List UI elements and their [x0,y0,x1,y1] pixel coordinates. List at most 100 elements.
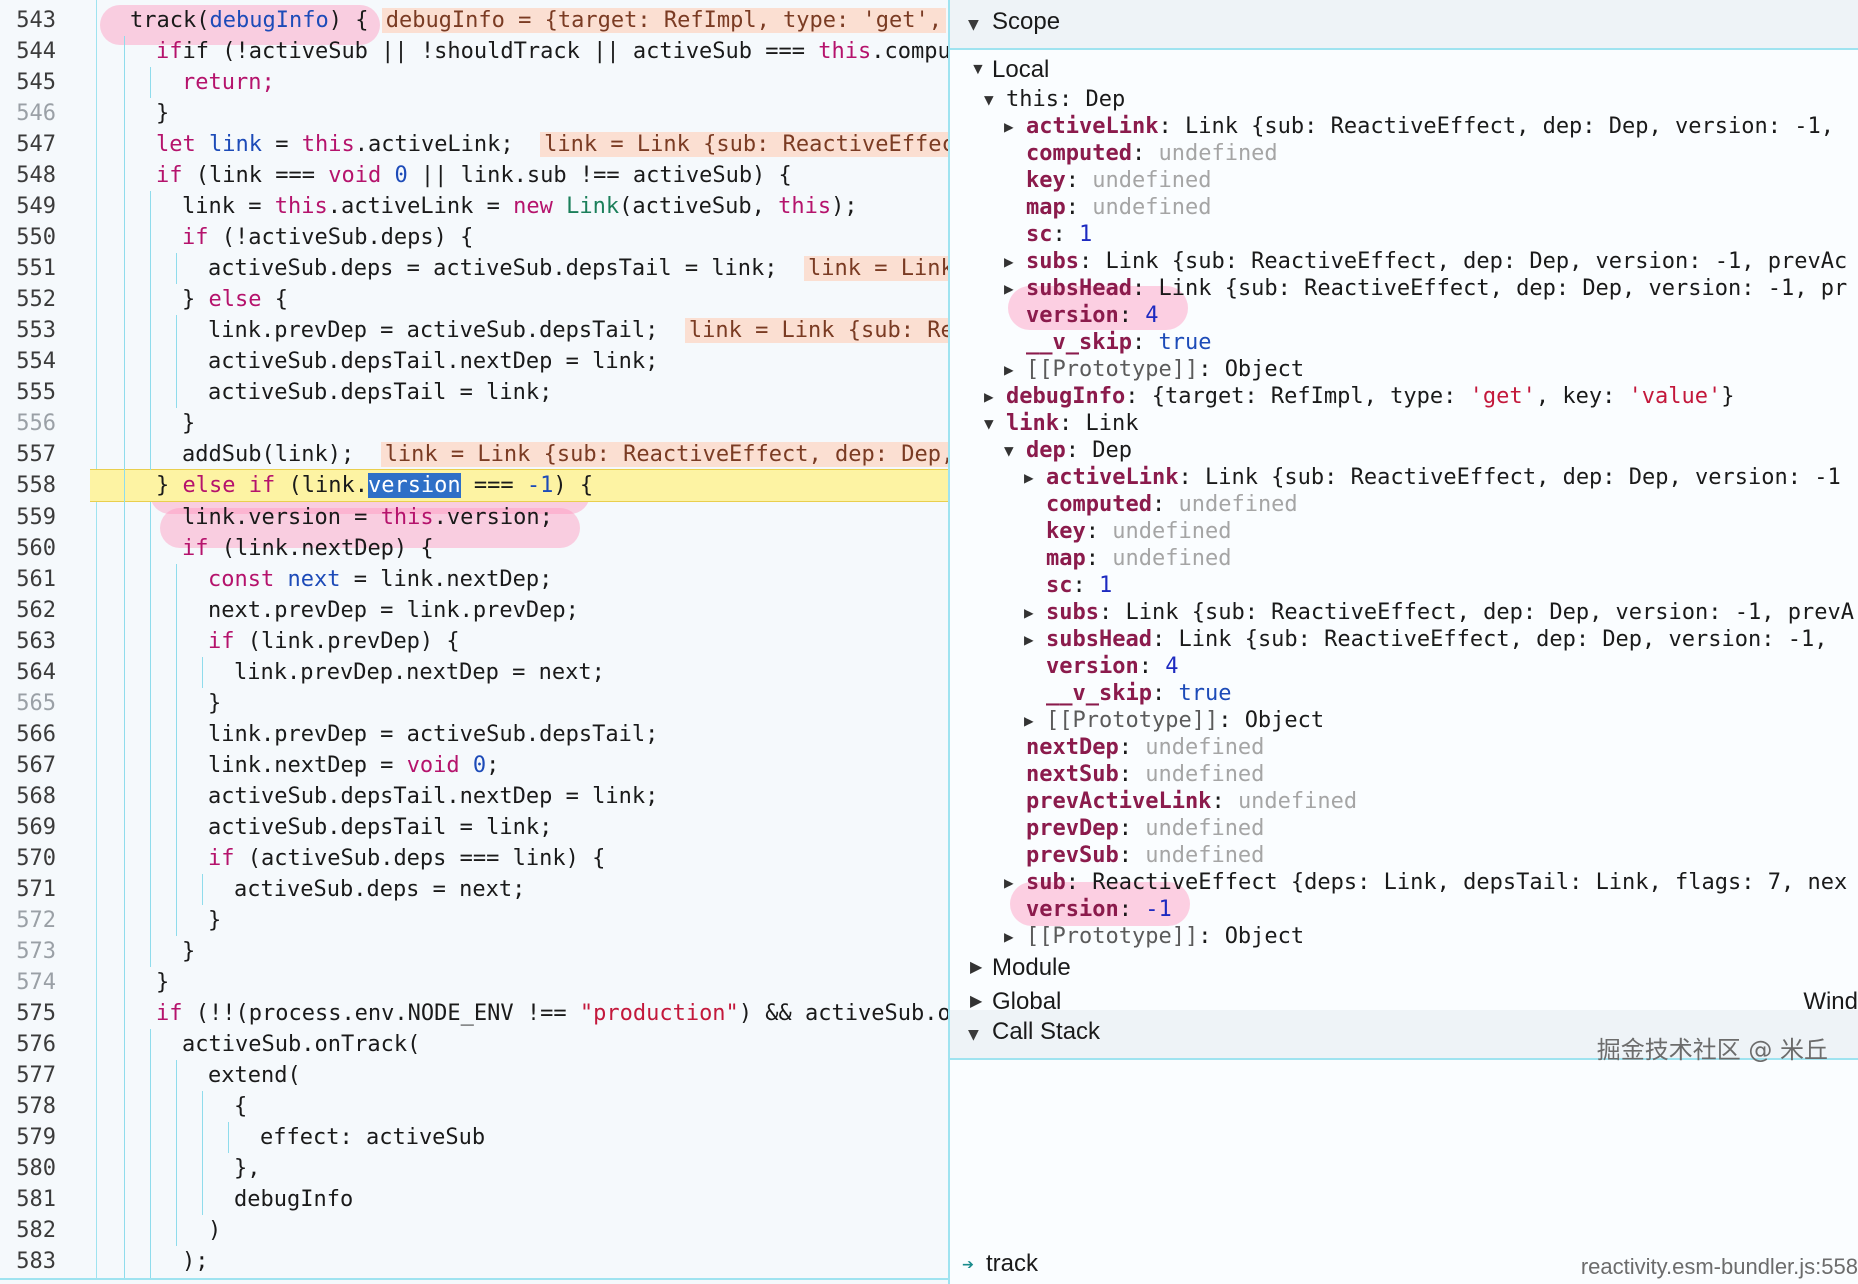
indent-guide [150,502,151,967]
code-line: 571 activeSub.deps = next; [0,874,948,905]
line-number[interactable]: 571 [0,874,56,905]
code-line: 569 activeSub.depsTail = link; [0,812,948,843]
line-number[interactable]: 576 [0,1029,56,1060]
code-line: 556 } [0,408,948,439]
line-number[interactable]: 564 [0,657,56,688]
line-number[interactable]: 582 [0,1215,56,1246]
line-number[interactable]: 553 [0,315,56,346]
code-line: 574 } [0,967,948,998]
indent-guide [202,874,203,905]
line-number[interactable]: 557 [0,439,56,470]
line-number[interactable]: 547 [0,129,56,160]
code-line: 544 ifif (!activeSub || !shouldTrack || … [0,36,948,67]
indent-guide [176,564,177,936]
line-number[interactable]: 560 [0,533,56,564]
paused-execution-line[interactable]: 558 } else if (link.version === -1) { [16,469,948,502]
line-number[interactable]: 569 [0,812,56,843]
line-number[interactable]: 568 [0,781,56,812]
triangle-down-icon: ▼ [968,1024,979,1045]
line-number[interactable]: 548 [0,160,56,191]
triangle-right-icon: ▶ [1004,927,1014,946]
code-line: 545 return; [0,67,948,98]
code-text: activeSub.depsTail.nextDep = link; [208,349,659,374]
line-number[interactable]: 550 [0,222,56,253]
code-text: link.nextDep = void 0; [208,753,500,778]
line-number[interactable]: 563 [0,626,56,657]
triangle-right-icon: ▶ [1004,873,1014,892]
line-number[interactable]: 551 [0,253,56,284]
code-text: track(debugInfo) { debugInfo = {target: … [130,5,946,36]
code-line: 580 }, [0,1153,948,1184]
code-line: 576 activeSub.onTrack( [0,1029,948,1060]
triangle-down-icon: ▼ [1004,441,1014,460]
call-frame-location[interactable]: reactivity.esm-bundler.js:558 [1581,1254,1858,1280]
code-text: link = this.activeLink = new Link(active… [182,194,858,219]
line-number[interactable]: 580 [0,1153,56,1184]
code-text: } else if (link.version === -1) { [156,473,594,498]
line-number[interactable]: 566 [0,719,56,750]
line-number[interactable]: 545 [0,67,56,98]
scope-item-link-prototype[interactable]: ▶ [[Prototype]]: Object [1004,921,1304,953]
line-number[interactable]: 546 [0,98,56,129]
indent-guide [176,1060,177,1246]
line-number[interactable]: 570 [0,843,56,874]
line-number[interactable]: 555 [0,377,56,408]
line-number[interactable]: 556 [0,408,56,439]
code-line: 554 activeSub.depsTail.nextDep = link; [0,346,948,377]
line-number[interactable]: 567 [0,750,56,781]
code-line: 564 link.prevDep.nextDep = next; [0,657,948,688]
scope-module[interactable]: ▶ Module [970,952,1071,984]
line-number[interactable]: 559 [0,502,56,533]
current-frame-arrow-icon: ➔ [962,1252,975,1276]
code-text: return; [182,70,275,95]
code-text: let link = this.activeLink; link = Link … [156,129,948,160]
code-text: } [182,411,196,436]
line-number[interactable]: 581 [0,1184,56,1215]
code-line: 549 link = this.activeLink = new Link(ac… [0,191,948,222]
code-line: 547 let link = this.activeLink; link = L… [0,129,948,160]
line-number[interactable]: 549 [0,191,56,222]
line-number[interactable]: 574 [0,967,56,998]
code-text: const next = link.nextDep; [208,567,553,592]
line-number[interactable]: 578 [0,1091,56,1122]
code-text: if (link === void 0 || link.sub !== acti… [156,163,792,188]
code-text: }, [234,1156,261,1181]
code-text: link.prevDep = activeSub.depsTail; link … [208,315,948,346]
scope-title: Scope [992,8,1061,35]
code-line: 560 if (link.nextDep) { [0,533,948,564]
code-line: 565 } [0,688,948,719]
line-number[interactable]: 543 [0,5,56,36]
line-number[interactable]: 562 [0,595,56,626]
line-number[interactable]: 544 [0,36,56,67]
code-text: link.prevDep.nextDep = next; [234,660,605,685]
code-line: 553 link.prevDep = activeSub.depsTail; l… [0,315,948,346]
line-number[interactable]: 583 [0,1246,56,1277]
code-text: if (link.nextDep) { [182,536,434,561]
code-line: 570 if (activeSub.deps === link) { [0,843,948,874]
line-number[interactable]: 572 [0,905,56,936]
line-number[interactable]: 575 [0,998,56,1029]
line-number[interactable]: 579 [0,1122,56,1153]
code-line: 567 link.nextDep = void 0; [0,750,948,781]
line-number[interactable]: 565 [0,688,56,719]
line-number[interactable]: 561 [0,564,56,595]
call-frame-name: track [986,1250,1039,1277]
call-frame[interactable]: ➔ track reactivity.esm-bundler.js:558 [950,1246,1858,1284]
indent-guide [150,1029,151,1278]
triangle-right-icon: ▶ [1024,468,1034,487]
source-code-panel: 543 track(debugInfo) { debugInfo = {targ… [0,0,948,1278]
code-text: ifif (!activeSub || !shouldTrack || acti… [156,39,948,64]
scope-section-header[interactable]: ▼ Scope [950,0,1858,50]
line-number[interactable]: 577 [0,1060,56,1091]
line-number[interactable]: 558 [0,470,56,501]
code-text: activeSub.deps = next; [234,877,526,902]
call-stack-title: Call Stack [992,1018,1101,1045]
line-number[interactable]: 573 [0,936,56,967]
code-text: } [208,908,222,933]
line-number[interactable]: 554 [0,346,56,377]
scope-local[interactable]: ▼ Local [970,54,1049,86]
code-text: activeSub.depsTail = link; [208,815,553,840]
code-line: 551 activeSub.deps = activeSub.depsTail … [0,253,948,284]
code-text: effect: activeSub [260,1125,486,1150]
line-number[interactable]: 552 [0,284,56,315]
